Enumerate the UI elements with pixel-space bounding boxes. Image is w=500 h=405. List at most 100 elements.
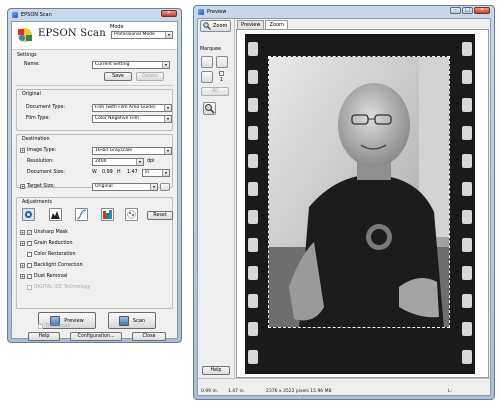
destination-label: Destination bbox=[22, 137, 50, 142]
epson-scan-client: EPSON Scan Mode Professional Mode ▾ Sett… bbox=[11, 21, 178, 341]
document-type-value: Film (with Film Area Guide) bbox=[95, 105, 156, 110]
chevron-down-icon: ▾ bbox=[150, 184, 157, 190]
image-adjust-icon[interactable] bbox=[101, 208, 114, 221]
delete-setting-button[interactable]: Delete bbox=[136, 72, 164, 81]
maximize-button[interactable]: □ bbox=[462, 7, 473, 14]
mode-value: Professional Mode bbox=[114, 32, 155, 37]
thumbnail-label: Thumbnail bbox=[45, 324, 71, 329]
color-restoration-checkbox[interactable] bbox=[27, 252, 32, 257]
zoom-icon bbox=[203, 22, 211, 30]
expand-backlight-correction-icon[interactable]: + bbox=[20, 263, 25, 268]
auto-exposure-icon[interactable] bbox=[22, 208, 35, 221]
adjustments-label: Adjustments bbox=[22, 200, 53, 205]
minimize-button[interactable]: – bbox=[450, 7, 461, 14]
film-type-label: Film Type: bbox=[26, 116, 50, 121]
zoom-button-label: Zoom bbox=[213, 23, 228, 29]
preview-window: Preview – □ ✕ Zoom Marquee 1 All Preview bbox=[193, 5, 495, 400]
width-prefix: W bbox=[92, 170, 97, 175]
preview-client: Zoom Marquee 1 All Preview Zoom Help 0.9… bbox=[197, 18, 491, 396]
digital-ice-label: DIGITAL ICE Technology bbox=[34, 285, 91, 290]
target-size-select[interactable]: Original ▾ bbox=[92, 183, 158, 191]
preview-app-icon bbox=[198, 8, 204, 15]
setting-name-value: Current Setting bbox=[95, 62, 130, 67]
tab-preview[interactable]: Preview bbox=[237, 20, 265, 29]
help-button[interactable]: Help bbox=[28, 332, 60, 341]
marquee-checkbox[interactable] bbox=[219, 71, 224, 76]
preview-image-area[interactable] bbox=[236, 29, 489, 378]
scan-button[interactable]: Scan bbox=[108, 312, 156, 329]
dust-removal-label: Dust Removal bbox=[34, 274, 68, 279]
color-palette-icon[interactable] bbox=[125, 208, 138, 221]
resolution-value: 2400 bbox=[95, 159, 107, 164]
expand-image-type-icon[interactable]: + bbox=[20, 148, 25, 153]
film-type-select[interactable]: Color Negative Film ▾ bbox=[92, 115, 172, 123]
epson-logo-icon bbox=[18, 28, 32, 42]
scan-icon bbox=[118, 315, 129, 326]
chevron-down-icon: ▾ bbox=[162, 62, 169, 68]
chevron-down-icon: ▾ bbox=[165, 32, 172, 38]
dust-removal-checkbox[interactable] bbox=[27, 274, 32, 279]
target-size-label: Target Size: bbox=[27, 184, 55, 189]
chevron-down-icon: ▾ bbox=[164, 148, 171, 154]
film-type-value: Color Negative Film bbox=[95, 116, 139, 121]
auto-locate-icon[interactable] bbox=[203, 102, 216, 115]
preview-window-title: Preview bbox=[207, 8, 227, 15]
resolution-select[interactable]: 2400 ▾ bbox=[92, 158, 144, 166]
expand-unsharp-mask-icon[interactable]: + bbox=[20, 230, 25, 235]
marquee-icon[interactable] bbox=[201, 56, 213, 68]
histogram-icon[interactable] bbox=[49, 208, 62, 221]
expand-dust-removal-icon[interactable]: + bbox=[20, 274, 25, 279]
epson-scan-titlebar[interactable]: EPSON Scan ✕ bbox=[8, 9, 181, 20]
preview-tabs: Preview Zoom bbox=[235, 19, 490, 29]
tone-curve-icon[interactable] bbox=[75, 208, 88, 221]
app-header: EPSON Scan Mode Professional Mode ▾ bbox=[12, 22, 177, 50]
preview-titlebar[interactable]: Preview – □ ✕ bbox=[194, 6, 494, 17]
reset-button[interactable]: Reset bbox=[147, 211, 173, 220]
epson-window-title: EPSON Scan bbox=[21, 11, 52, 18]
unsharp-mask-checkbox[interactable]: ✓ bbox=[27, 230, 32, 235]
height-value: 1.47 bbox=[127, 170, 138, 175]
marquee-label: Marquee bbox=[200, 47, 221, 52]
size-unit-value: in. bbox=[145, 170, 151, 175]
epson-scan-window: EPSON Scan ✕ EPSON Scan Mode Professiona… bbox=[7, 8, 182, 343]
image-type-select[interactable]: 16-bit Grayscale ▾ bbox=[92, 147, 172, 155]
expand-grain-reduction-icon[interactable]: + bbox=[20, 241, 25, 246]
epson-app-icon bbox=[12, 11, 18, 18]
delete-marquee-icon[interactable] bbox=[201, 71, 213, 83]
setting-name-select[interactable]: Current Setting ▾ bbox=[92, 61, 170, 69]
marquee-copy-icon[interactable] bbox=[216, 56, 228, 68]
document-type-label: Document Type: bbox=[26, 105, 66, 110]
backlight-correction-checkbox[interactable] bbox=[27, 263, 32, 268]
resolution-unit: dpi bbox=[147, 159, 155, 164]
original-label: Original bbox=[22, 92, 41, 97]
preview-help-button[interactable]: Help bbox=[202, 366, 230, 375]
grain-reduction-label: Grain Reduction bbox=[34, 241, 73, 246]
backlight-correction-label: Backlight Correction bbox=[34, 263, 83, 268]
size-unit-select[interactable]: in. ▾ bbox=[142, 169, 170, 177]
status-width: 0.99 in. bbox=[201, 389, 218, 394]
divider bbox=[16, 85, 173, 86]
close-button[interactable]: Close bbox=[132, 332, 166, 341]
expand-target-size-icon[interactable]: + bbox=[20, 184, 25, 189]
zoom-button[interactable]: Zoom bbox=[200, 20, 231, 32]
app-name: EPSON Scan bbox=[38, 28, 106, 39]
close-preview-button[interactable]: ✕ bbox=[474, 7, 490, 14]
mode-select[interactable]: Professional Mode ▾ bbox=[111, 31, 173, 39]
mode-label: Mode bbox=[110, 24, 124, 30]
settings-label: Settings bbox=[17, 53, 37, 58]
preview-tool-pane: Zoom Marquee 1 All bbox=[198, 19, 235, 378]
thumbnail-checkbox[interactable] bbox=[38, 324, 43, 329]
close-window-button[interactable]: ✕ bbox=[161, 10, 177, 17]
image-type-label: Image Type: bbox=[27, 148, 57, 153]
tab-zoom[interactable]: Zoom bbox=[265, 20, 288, 29]
scanned-photo[interactable] bbox=[268, 56, 450, 328]
target-size-rotate-button[interactable] bbox=[160, 183, 170, 191]
digital-ice-checkbox[interactable] bbox=[27, 285, 32, 290]
document-type-select[interactable]: Film (with Film Area Guide) ▾ bbox=[92, 104, 172, 112]
chevron-down-icon: ▾ bbox=[164, 116, 171, 122]
grain-reduction-checkbox[interactable] bbox=[27, 241, 32, 246]
color-restoration-label: Color Restoration bbox=[34, 252, 76, 257]
save-setting-button[interactable]: Save bbox=[104, 72, 132, 81]
select-all-button[interactable]: All bbox=[201, 87, 229, 96]
configuration-button[interactable]: Configuration... bbox=[70, 332, 122, 341]
